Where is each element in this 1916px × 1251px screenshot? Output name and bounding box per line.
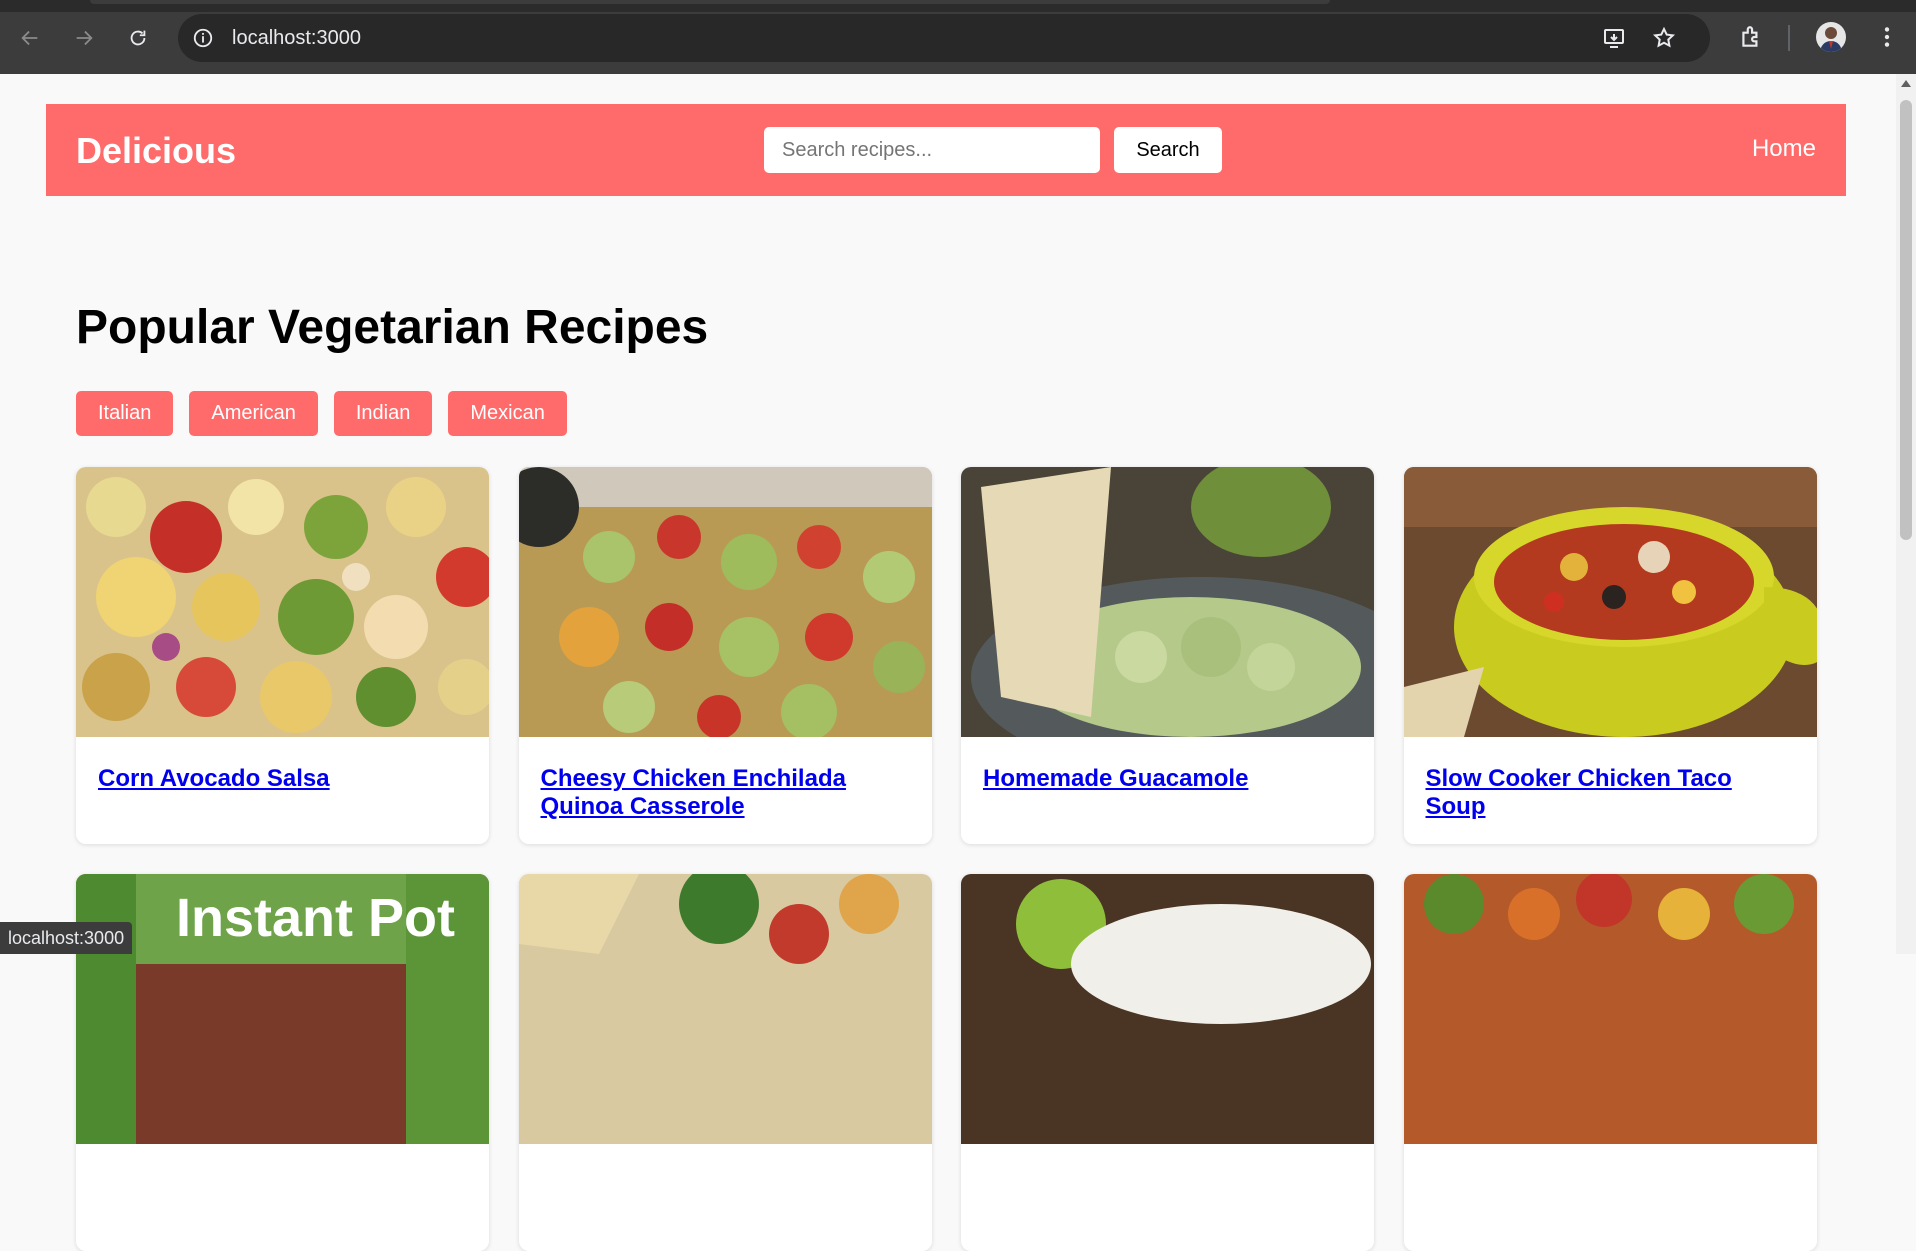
recipe-title-link[interactable] <box>76 1144 489 1172</box>
recipe-card[interactable] <box>518 874 932 1251</box>
recipe-card[interactable]: Cheesy Chicken Enchilada Quinoa Casserol… <box>518 467 932 844</box>
filter-american-button[interactable]: American <box>189 391 318 436</box>
recipe-image[interactable] <box>961 467 1374 737</box>
site-info-icon[interactable] <box>192 27 214 49</box>
recipe-title-link[interactable]: Slow Cooker Chicken Taco Soup <box>1404 737 1817 821</box>
arrow-left-icon <box>21 30 38 46</box>
active-tab[interactable] <box>90 0 1330 4</box>
extensions-icon[interactable] <box>1738 24 1764 50</box>
recipe-card[interactable]: Instant Pot <box>76 874 489 1251</box>
arrow-right-icon <box>76 30 93 46</box>
address-bar[interactable]: localhost:3000 <box>178 14 1710 62</box>
recipe-title-link[interactable]: Corn Avocado Salsa <box>76 737 489 793</box>
install-app-icon[interactable] <box>1602 26 1626 50</box>
nav-home-link[interactable]: Home <box>1752 135 1816 163</box>
instant-pot-text: Instant Pot <box>176 888 455 948</box>
nachos-salsa-photo <box>518 874 932 1144</box>
site-header: Delicious Search Home <box>46 104 1846 196</box>
profile-avatar[interactable] <box>1816 22 1846 52</box>
link-status-bubble: localhost:3000 <box>0 922 133 954</box>
site-logo[interactable]: Delicious <box>76 130 236 172</box>
tab-strip <box>0 0 1916 12</box>
recipe-card[interactable]: Slow Cooker Chicken Taco Soup <box>1403 467 1817 844</box>
recipe-grid: Corn Avocado Salsa Cheesy Chicken Enchil… <box>76 467 1817 1251</box>
recipe-image[interactable] <box>518 467 932 737</box>
recipe-image[interactable] <box>961 874 1374 1144</box>
scrollbar-thumb[interactable] <box>1900 100 1912 540</box>
corn-salsa-photo <box>76 467 489 737</box>
back-button[interactable] <box>16 24 44 52</box>
recipe-card[interactable] <box>961 874 1374 1251</box>
bookmark-star-icon[interactable] <box>1652 26 1676 50</box>
recipe-title-link[interactable] <box>1404 1144 1817 1172</box>
recipe-title-link[interactable] <box>961 1144 1374 1172</box>
recipe-card[interactable] <box>1403 874 1817 1251</box>
page-scrollbar[interactable] <box>1896 74 1916 954</box>
recipe-image[interactable] <box>76 467 489 737</box>
recipe-title-link[interactable]: Cheesy Chicken Enchilada Quinoa Casserol… <box>519 737 932 821</box>
browser-toolbar: localhost:3000 <box>0 0 1916 74</box>
profile-picture-icon <box>1820 27 1842 52</box>
cuisine-filters: Italian American Indian Mexican <box>76 391 567 436</box>
recipe-image[interactable] <box>1403 467 1817 737</box>
recipe-image[interactable] <box>1403 874 1817 1144</box>
recipe-title-link[interactable] <box>519 1144 932 1172</box>
instant-pot-photo: Instant Pot <box>76 874 489 1144</box>
enchilada-casserole-photo <box>518 467 932 737</box>
scroll-up-arrow-icon[interactable] <box>1901 80 1911 87</box>
forward-button[interactable] <box>70 24 98 52</box>
lime-bowl-photo <box>961 874 1374 1144</box>
reload-button[interactable] <box>124 24 152 52</box>
recipe-image[interactable]: Instant Pot <box>76 874 489 1144</box>
toolbar-divider <box>1788 25 1790 51</box>
taco-soup-photo <box>1403 467 1817 737</box>
recipe-card[interactable]: Corn Avocado Salsa <box>76 467 489 844</box>
recipe-image[interactable] <box>518 874 932 1144</box>
filter-mexican-button[interactable]: Mexican <box>448 391 567 436</box>
more-menu-icon[interactable] <box>1874 24 1900 50</box>
search-button[interactable]: Search <box>1114 127 1222 173</box>
recipe-card[interactable]: Homemade Guacamole <box>961 467 1374 844</box>
page-title: Popular Vegetarian Recipes <box>76 301 709 354</box>
filter-italian-button[interactable]: Italian <box>76 391 174 436</box>
guacamole-photo <box>961 467 1374 737</box>
search-input[interactable] <box>764 127 1100 173</box>
recipe-title-link[interactable]: Homemade Guacamole <box>961 737 1374 793</box>
reload-icon <box>130 30 146 46</box>
filter-indian-button[interactable]: Indian <box>333 391 433 436</box>
url-text[interactable]: localhost:3000 <box>232 27 361 50</box>
pepper-salsa-photo <box>1403 874 1817 1144</box>
